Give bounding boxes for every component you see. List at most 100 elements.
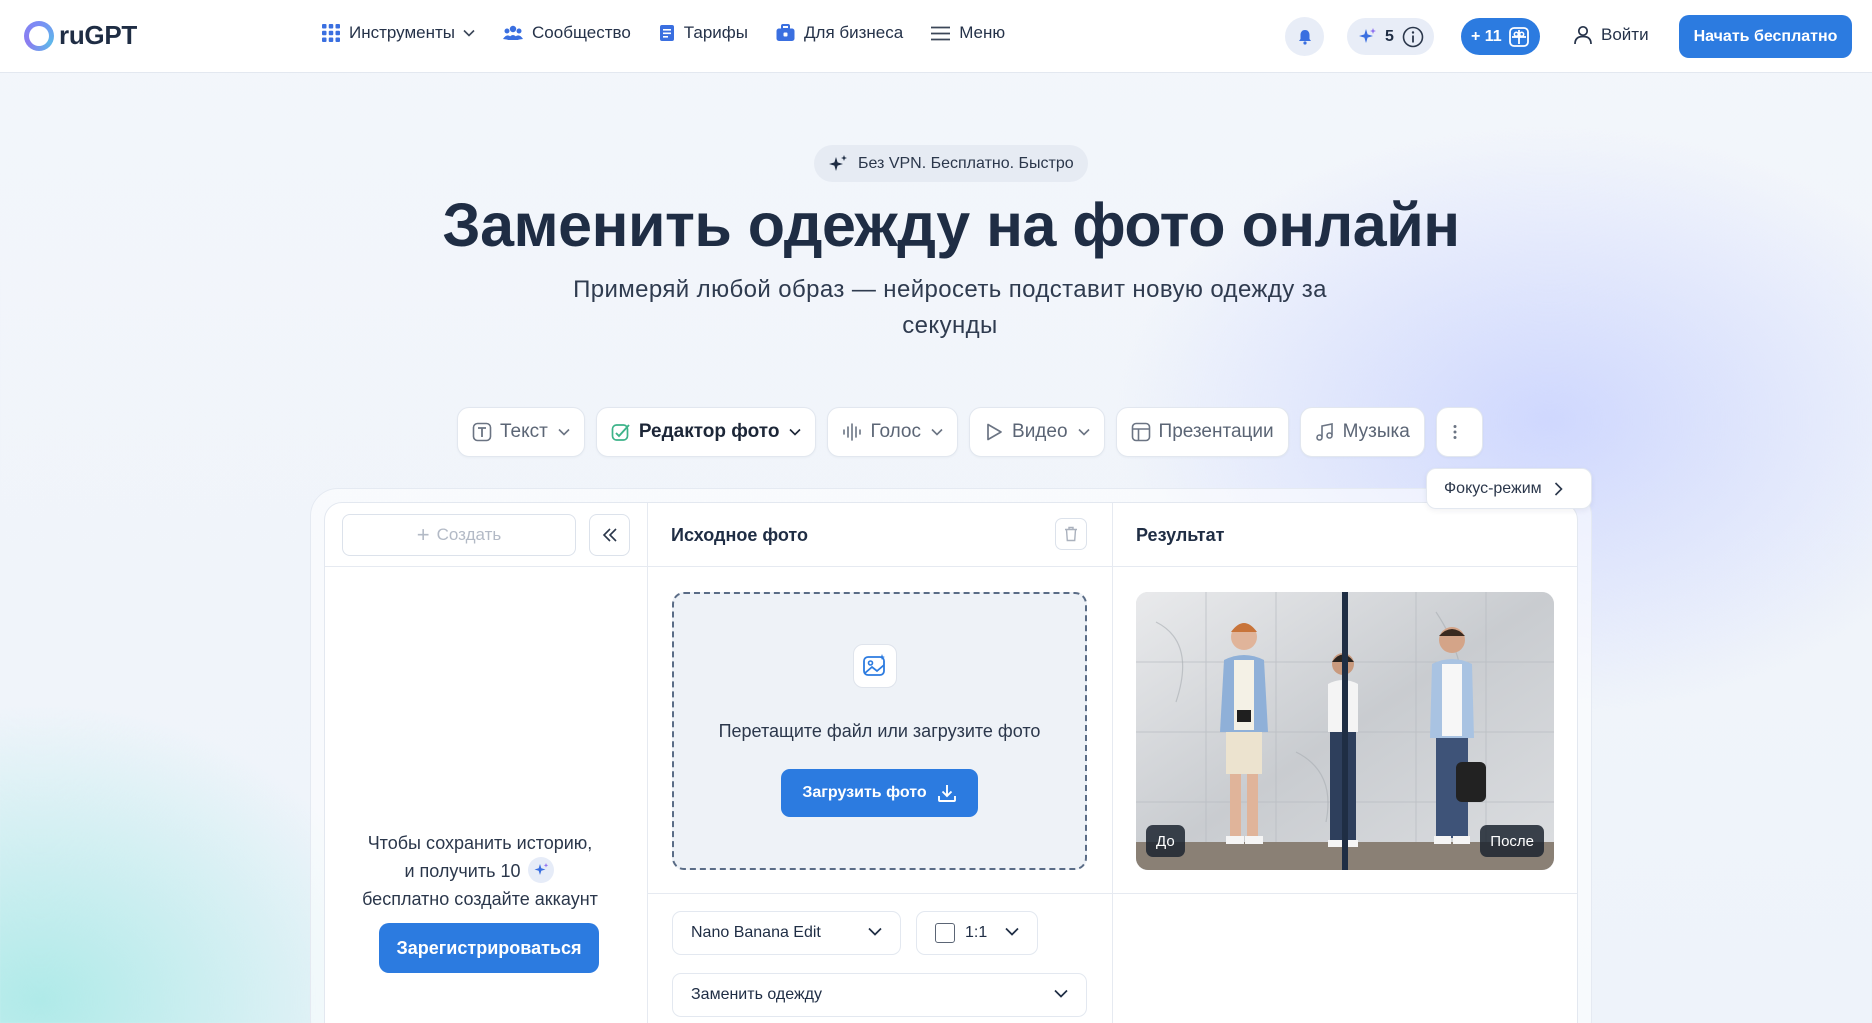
double-chevron-left-icon [602, 528, 617, 542]
chevron-down-icon [1005, 927, 1019, 936]
nav-item-community[interactable]: Сообщество [503, 23, 631, 43]
plus-icon: + [416, 522, 430, 547]
image-upload-icon [853, 644, 897, 688]
settings-divider [647, 893, 1577, 894]
nav-item-tools[interactable]: Инструменты [322, 23, 475, 43]
tab-video[interactable]: Видео [969, 407, 1105, 457]
info-icon[interactable] [1402, 26, 1424, 48]
logo-text: ruGPT [59, 20, 137, 50]
tab-label: Текст [500, 421, 548, 442]
register-button[interactable]: Зарегистрироваться [379, 923, 599, 973]
source-photo-title: Исходное фото [671, 525, 808, 545]
focus-mode-button[interactable]: Фокус-режим [1426, 468, 1592, 509]
focus-mode-label: Фокус-режим [1444, 479, 1542, 497]
before-after-preview[interactable]: До После [1136, 592, 1554, 870]
nav-item-pricing[interactable]: Тарифы [659, 23, 748, 43]
photo-dropzone[interactable]: Перетащите файл или загрузите фото Загру… [672, 592, 1087, 870]
tab-text[interactable]: Текст [457, 407, 585, 457]
action-select[interactable]: Заменить одежду [672, 973, 1087, 1017]
nav-label-community: Сообщество [532, 23, 631, 42]
tabs-more-button[interactable] [1435, 407, 1483, 457]
sparkle-icon [1359, 27, 1376, 43]
start-free-button[interactable]: Начать бесплатно [1679, 15, 1852, 58]
after-label: После [1480, 825, 1544, 857]
action-select-value: Заменить одежду [691, 986, 822, 1003]
grid-icon [322, 24, 340, 42]
login-link[interactable]: Войти [1573, 25, 1649, 45]
document-icon [659, 25, 674, 41]
play-icon [987, 423, 1002, 441]
hamburger-icon [931, 26, 951, 40]
chevron-down-icon [463, 29, 475, 37]
hero-badge-text: Без VPN. Бесплатно. Быстро [858, 154, 1074, 172]
tab-label: Музыка [1342, 421, 1410, 442]
layout-icon [1131, 422, 1150, 442]
nav-label-menu: Меню [959, 23, 1006, 42]
user-icon [1574, 25, 1592, 45]
aspect-ratio-value: 1:1 [965, 924, 988, 941]
tab-label: Видео [1012, 421, 1068, 442]
save-history-prompt: Чтобы сохранить историю, и получить 10 б… [361, 829, 599, 913]
delete-button[interactable] [1055, 518, 1087, 550]
logo[interactable]: ruGPT [24, 20, 137, 51]
credits-balance[interactable]: 5 [1347, 18, 1434, 55]
result-title: Результат [1136, 525, 1225, 545]
chevron-down-icon [558, 428, 570, 436]
login-label: Войти [1601, 25, 1649, 44]
chevron-right-icon [1554, 481, 1563, 496]
save-history-text: Чтобы сохранить историю, и получить 10 [367, 833, 593, 881]
credit-sparkle-icon [527, 857, 554, 884]
before-label: До [1146, 825, 1185, 857]
notifications-button[interactable] [1285, 17, 1324, 56]
gift-icon [1508, 26, 1529, 47]
music-icon [1315, 423, 1333, 441]
tab-voice[interactable]: Голос [827, 407, 959, 457]
chevron-down-icon [789, 428, 802, 436]
create-button[interactable]: + Создать [342, 514, 576, 556]
buy-credits-button[interactable]: + 11 [1461, 18, 1540, 55]
nav-item-menu[interactable]: Меню [931, 23, 1005, 43]
dropzone-text: Перетащите файл или загрузите фото [718, 721, 1041, 741]
page-title: Заменить одежду на фото онлайн [442, 191, 1460, 259]
header-divider [325, 566, 1577, 567]
tab-presentations[interactable]: Презентации [1115, 407, 1289, 457]
save-history-text: бесплатно создайте аккаунт [362, 889, 598, 910]
tool-tabs: Текст Редактор фото Голос Видео Презента… [457, 407, 1494, 457]
main-nav: Инструменты Сообщество Тарифы Для бизнес [322, 23, 1033, 43]
model-select-value: Nano Banana Edit [691, 924, 821, 941]
logo-ring-icon [24, 20, 54, 51]
community-icon [503, 25, 524, 40]
hero-badge: Без VPN. Бесплатно. Быстро [814, 145, 1088, 182]
download-icon [937, 785, 956, 802]
top-navbar: ruGPT Инструменты Сообщество Тарифы Для … [0, 0, 1872, 73]
chevron-down-icon [931, 428, 943, 436]
chevron-down-icon [1077, 428, 1090, 436]
upload-label: Загрузить фото [802, 784, 927, 801]
nav-item-business[interactable]: Для бизнеса [776, 23, 903, 43]
audio-wave-icon [843, 423, 862, 441]
chevron-down-icon [1054, 989, 1068, 998]
upload-photo-button[interactable]: Загрузить фото [781, 769, 978, 817]
nav-label-tools: Инструменты [349, 23, 456, 42]
chevron-down-icon [868, 927, 882, 936]
text-icon [472, 422, 492, 442]
column-divider [1112, 503, 1113, 1023]
trash-icon [1065, 526, 1077, 542]
photo-editor-panel: + Создать Чтобы сохранить историю, и пол… [324, 502, 1578, 1023]
model-select[interactable]: Nano Banana Edit [672, 911, 901, 955]
more-vertical-icon [1453, 425, 1457, 439]
tab-label: Голос [870, 421, 922, 442]
aspect-ratio-select[interactable]: 1:1 [916, 911, 1038, 955]
compare-slider-handle[interactable] [1342, 592, 1348, 870]
aspect-ratio-icon [935, 923, 955, 943]
page-subtitle: Примеряй любой образ — нейросеть подстав… [573, 276, 1327, 339]
briefcase-icon [776, 24, 795, 41]
collapse-sidebar-button[interactable] [589, 514, 630, 556]
nav-label-business: Для бизнеса [804, 23, 904, 42]
buy-credits-label: + 11 [1471, 27, 1502, 45]
nav-label-pricing: Тарифы [683, 23, 749, 42]
column-divider [647, 503, 648, 1023]
tab-music[interactable]: Музыка [1299, 407, 1425, 457]
tab-photo-editor[interactable]: Редактор фото [595, 407, 817, 457]
create-label: Создать [436, 525, 502, 544]
